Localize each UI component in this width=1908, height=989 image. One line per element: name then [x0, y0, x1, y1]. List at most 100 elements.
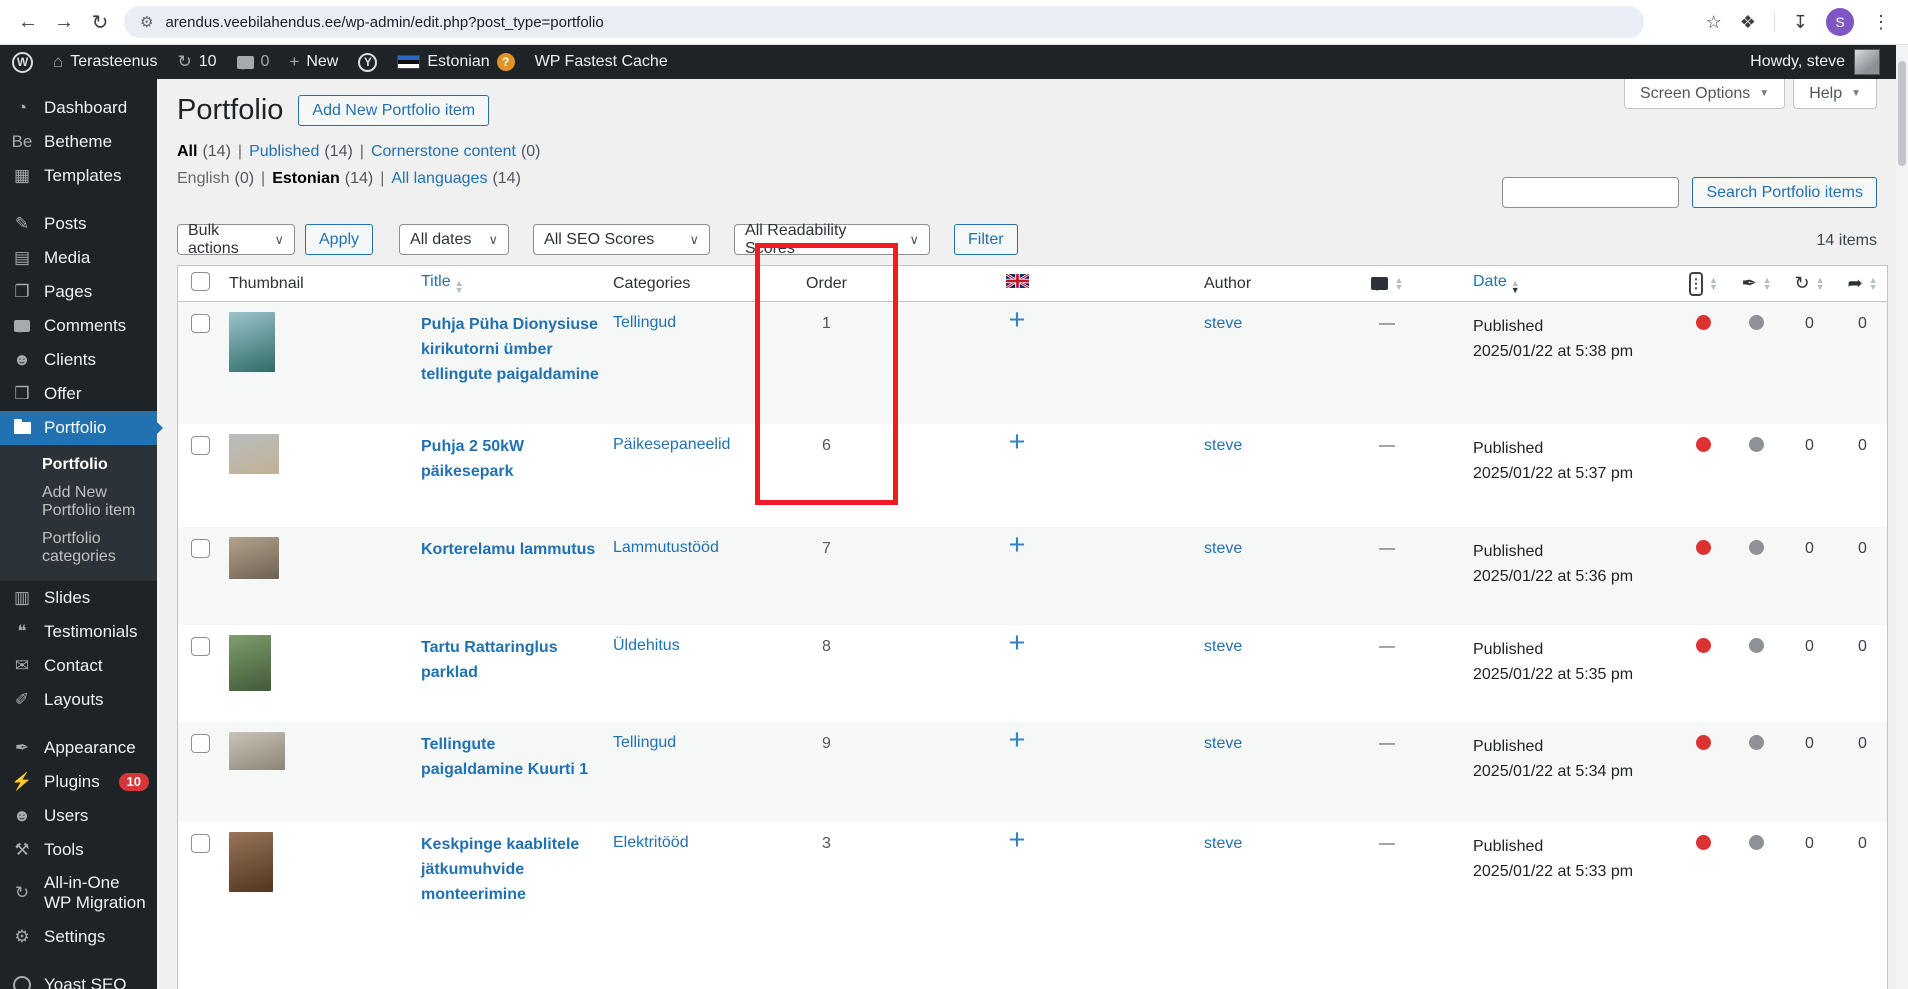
- category-link[interactable]: Üldehitus: [613, 637, 680, 654]
- site-name-menu[interactable]: ⌂ Terasteenus: [53, 52, 157, 72]
- sidebar-item-layouts[interactable]: ✐ Layouts: [0, 683, 157, 717]
- filter-all-languages[interactable]: All languages (14): [391, 170, 521, 188]
- url-text[interactable]: arendus.veebilahendus.ee/wp-admin/edit.p…: [165, 14, 603, 31]
- filter-cornerstone[interactable]: Cornerstone content (0): [371, 143, 541, 161]
- submenu-item-0[interactable]: Portfolio: [0, 451, 157, 479]
- sort-arrows[interactable]: ▲ ▼: [1763, 275, 1772, 291]
- col-outgoing-internal-links[interactable]: ↻ ▲ ▼: [1783, 273, 1836, 294]
- site-settings-icon[interactable]: ⚙: [140, 13, 153, 31]
- sort-arrows[interactable]: ▲ ▼: [1709, 275, 1718, 291]
- row-title-link[interactable]: Tellingute paigaldamine Kuurti 1: [421, 732, 599, 782]
- thumbnail[interactable]: [229, 537, 279, 579]
- sidebar-item-testimonials[interactable]: ❝ Testimonials: [0, 615, 157, 649]
- new-content-menu[interactable]: + New: [289, 52, 338, 72]
- updates-menu[interactable]: ↻ 10: [177, 52, 216, 72]
- wp-fastest-cache-menu[interactable]: WP Fastest Cache: [535, 53, 668, 71]
- category-link[interactable]: Elektritööd: [613, 834, 689, 851]
- col-received-internal-links[interactable]: ➦ ▲ ▼: [1836, 273, 1889, 294]
- sort-arrows[interactable]: ▲ ▼: [455, 279, 464, 295]
- category-link[interactable]: Tellingud: [613, 734, 676, 751]
- sidebar-item-contact[interactable]: ✉ Contact: [0, 649, 157, 683]
- select-all-checkbox[interactable]: [191, 271, 210, 291]
- thumbnail[interactable]: [229, 312, 275, 372]
- sidebar-item-betheme[interactable]: Be Betheme: [0, 125, 157, 159]
- downloads-icon[interactable]: ↧: [1793, 12, 1808, 33]
- search-portfolio-button[interactable]: Search Portfolio items: [1692, 177, 1877, 208]
- author-link[interactable]: steve: [1204, 315, 1242, 332]
- sidebar-item-comments[interactable]: Comments: [0, 309, 157, 343]
- seo-scores-select[interactable]: All SEO Scores ∨: [533, 224, 711, 255]
- thumbnail[interactable]: [229, 732, 285, 770]
- col-readability-score[interactable]: ✒ ▲ ▼: [1730, 273, 1783, 294]
- sidebar-item-users[interactable]: ☻ Users: [0, 799, 157, 833]
- submenu-item-1[interactable]: Add New Portfolio item: [0, 479, 157, 525]
- category-link[interactable]: Päikesepaneelid: [613, 436, 730, 453]
- dates-select[interactable]: All dates ∨: [399, 224, 510, 255]
- scrollbar-thumb[interactable]: [1898, 61, 1906, 166]
- category-link[interactable]: Tellingud: [613, 314, 676, 331]
- browser-menu-icon[interactable]: ⋮: [1872, 12, 1890, 33]
- sort-arrows[interactable]: ▲ ▼: [1395, 275, 1404, 291]
- row-title-link[interactable]: Korterelamu lammutus: [421, 537, 595, 562]
- window-scrollbar[interactable]: [1896, 45, 1908, 989]
- row-checkbox[interactable]: [191, 314, 210, 333]
- add-translation-icon[interactable]: +: [1009, 627, 1026, 659]
- row-checkbox[interactable]: [191, 637, 210, 656]
- add-translation-icon[interactable]: +: [1009, 529, 1026, 561]
- author-link[interactable]: steve: [1204, 638, 1242, 655]
- yoast-menu[interactable]: Y: [358, 52, 378, 72]
- col-title[interactable]: Title ▲ ▼: [421, 273, 613, 295]
- sidebar-item-yoast-seo[interactable]: Yoast SEO: [0, 968, 157, 989]
- submenu-item-2[interactable]: Portfolio categories: [0, 525, 157, 571]
- add-translation-icon[interactable]: +: [1009, 304, 1026, 336]
- author-link[interactable]: steve: [1204, 437, 1242, 454]
- apply-button[interactable]: Apply: [305, 224, 374, 255]
- language-switcher-menu[interactable]: Estonian ?: [397, 53, 515, 71]
- sidebar-item-offer[interactable]: ❒ Offer: [0, 377, 157, 411]
- thumbnail[interactable]: [229, 832, 273, 892]
- user-avatar[interactable]: [1854, 49, 1880, 75]
- search-input[interactable]: [1502, 177, 1680, 208]
- filter-estonian[interactable]: Estonian (14): [272, 170, 373, 188]
- thumbnail[interactable]: [229, 434, 279, 474]
- filter-all[interactable]: All (14): [177, 143, 231, 161]
- help-button[interactable]: Help ▼: [1793, 79, 1877, 109]
- author-link[interactable]: steve: [1204, 835, 1242, 852]
- comments-menu[interactable]: 0: [236, 53, 269, 71]
- sidebar-item-posts[interactable]: ✎ Posts: [0, 207, 157, 241]
- filter-button[interactable]: Filter: [954, 224, 1018, 255]
- sidebar-item-slides[interactable]: ▥ Slides: [0, 581, 157, 615]
- forward-icon[interactable]: →: [46, 11, 82, 34]
- bulk-actions-select[interactable]: Bulk actions ∨: [177, 222, 295, 257]
- author-link[interactable]: steve: [1204, 540, 1242, 557]
- sidebar-item-tools[interactable]: ⚒ Tools: [0, 833, 157, 867]
- row-checkbox[interactable]: [191, 436, 210, 455]
- add-translation-icon[interactable]: +: [1009, 426, 1026, 458]
- filter-english[interactable]: English (0): [177, 170, 254, 188]
- filter-published[interactable]: Published (14): [249, 143, 353, 161]
- back-icon[interactable]: ←: [10, 11, 46, 34]
- screen-options-button[interactable]: Screen Options ▼: [1624, 79, 1786, 109]
- sidebar-item-appearance[interactable]: ✒ Appearance: [0, 731, 157, 765]
- col-date[interactable]: Date ▲ ▼: [1437, 273, 1677, 295]
- sidebar-item-portfolio[interactable]: Portfolio: [0, 411, 163, 445]
- sort-arrows[interactable]: ▲ ▼: [1511, 279, 1520, 295]
- sidebar-item-media[interactable]: ▤ Media: [0, 241, 157, 275]
- row-title-link[interactable]: Puhja 2 50kW päikesepark: [421, 434, 599, 484]
- sidebar-item-dashboard[interactable]: ◔ Dashboard: [0, 91, 157, 125]
- add-translation-icon[interactable]: +: [1009, 824, 1026, 856]
- sidebar-item-settings[interactable]: ⚙ Settings: [0, 920, 157, 954]
- sort-arrows[interactable]: ▲ ▼: [1816, 275, 1825, 291]
- reload-icon[interactable]: ↻: [82, 10, 118, 35]
- bookmark-star-icon[interactable]: ☆: [1706, 12, 1722, 33]
- row-title-link[interactable]: Puhja Püha Dionysiuse kirikutorni ümber …: [421, 312, 599, 387]
- sidebar-item-migration[interactable]: ↻ All-in-One WP Migration: [0, 867, 157, 920]
- title-sort-link[interactable]: Title: [421, 273, 451, 290]
- row-title-link[interactable]: Keskpinge kaablitele jätkumuhvide montee…: [421, 832, 599, 907]
- row-checkbox[interactable]: [191, 539, 210, 558]
- author-link[interactable]: steve: [1204, 735, 1242, 752]
- sort-arrows[interactable]: ▲ ▼: [1869, 275, 1878, 291]
- sidebar-item-pages[interactable]: ❐ Pages: [0, 275, 157, 309]
- col-comments[interactable]: ▲ ▼: [1337, 275, 1437, 291]
- add-translation-icon[interactable]: +: [1009, 724, 1026, 756]
